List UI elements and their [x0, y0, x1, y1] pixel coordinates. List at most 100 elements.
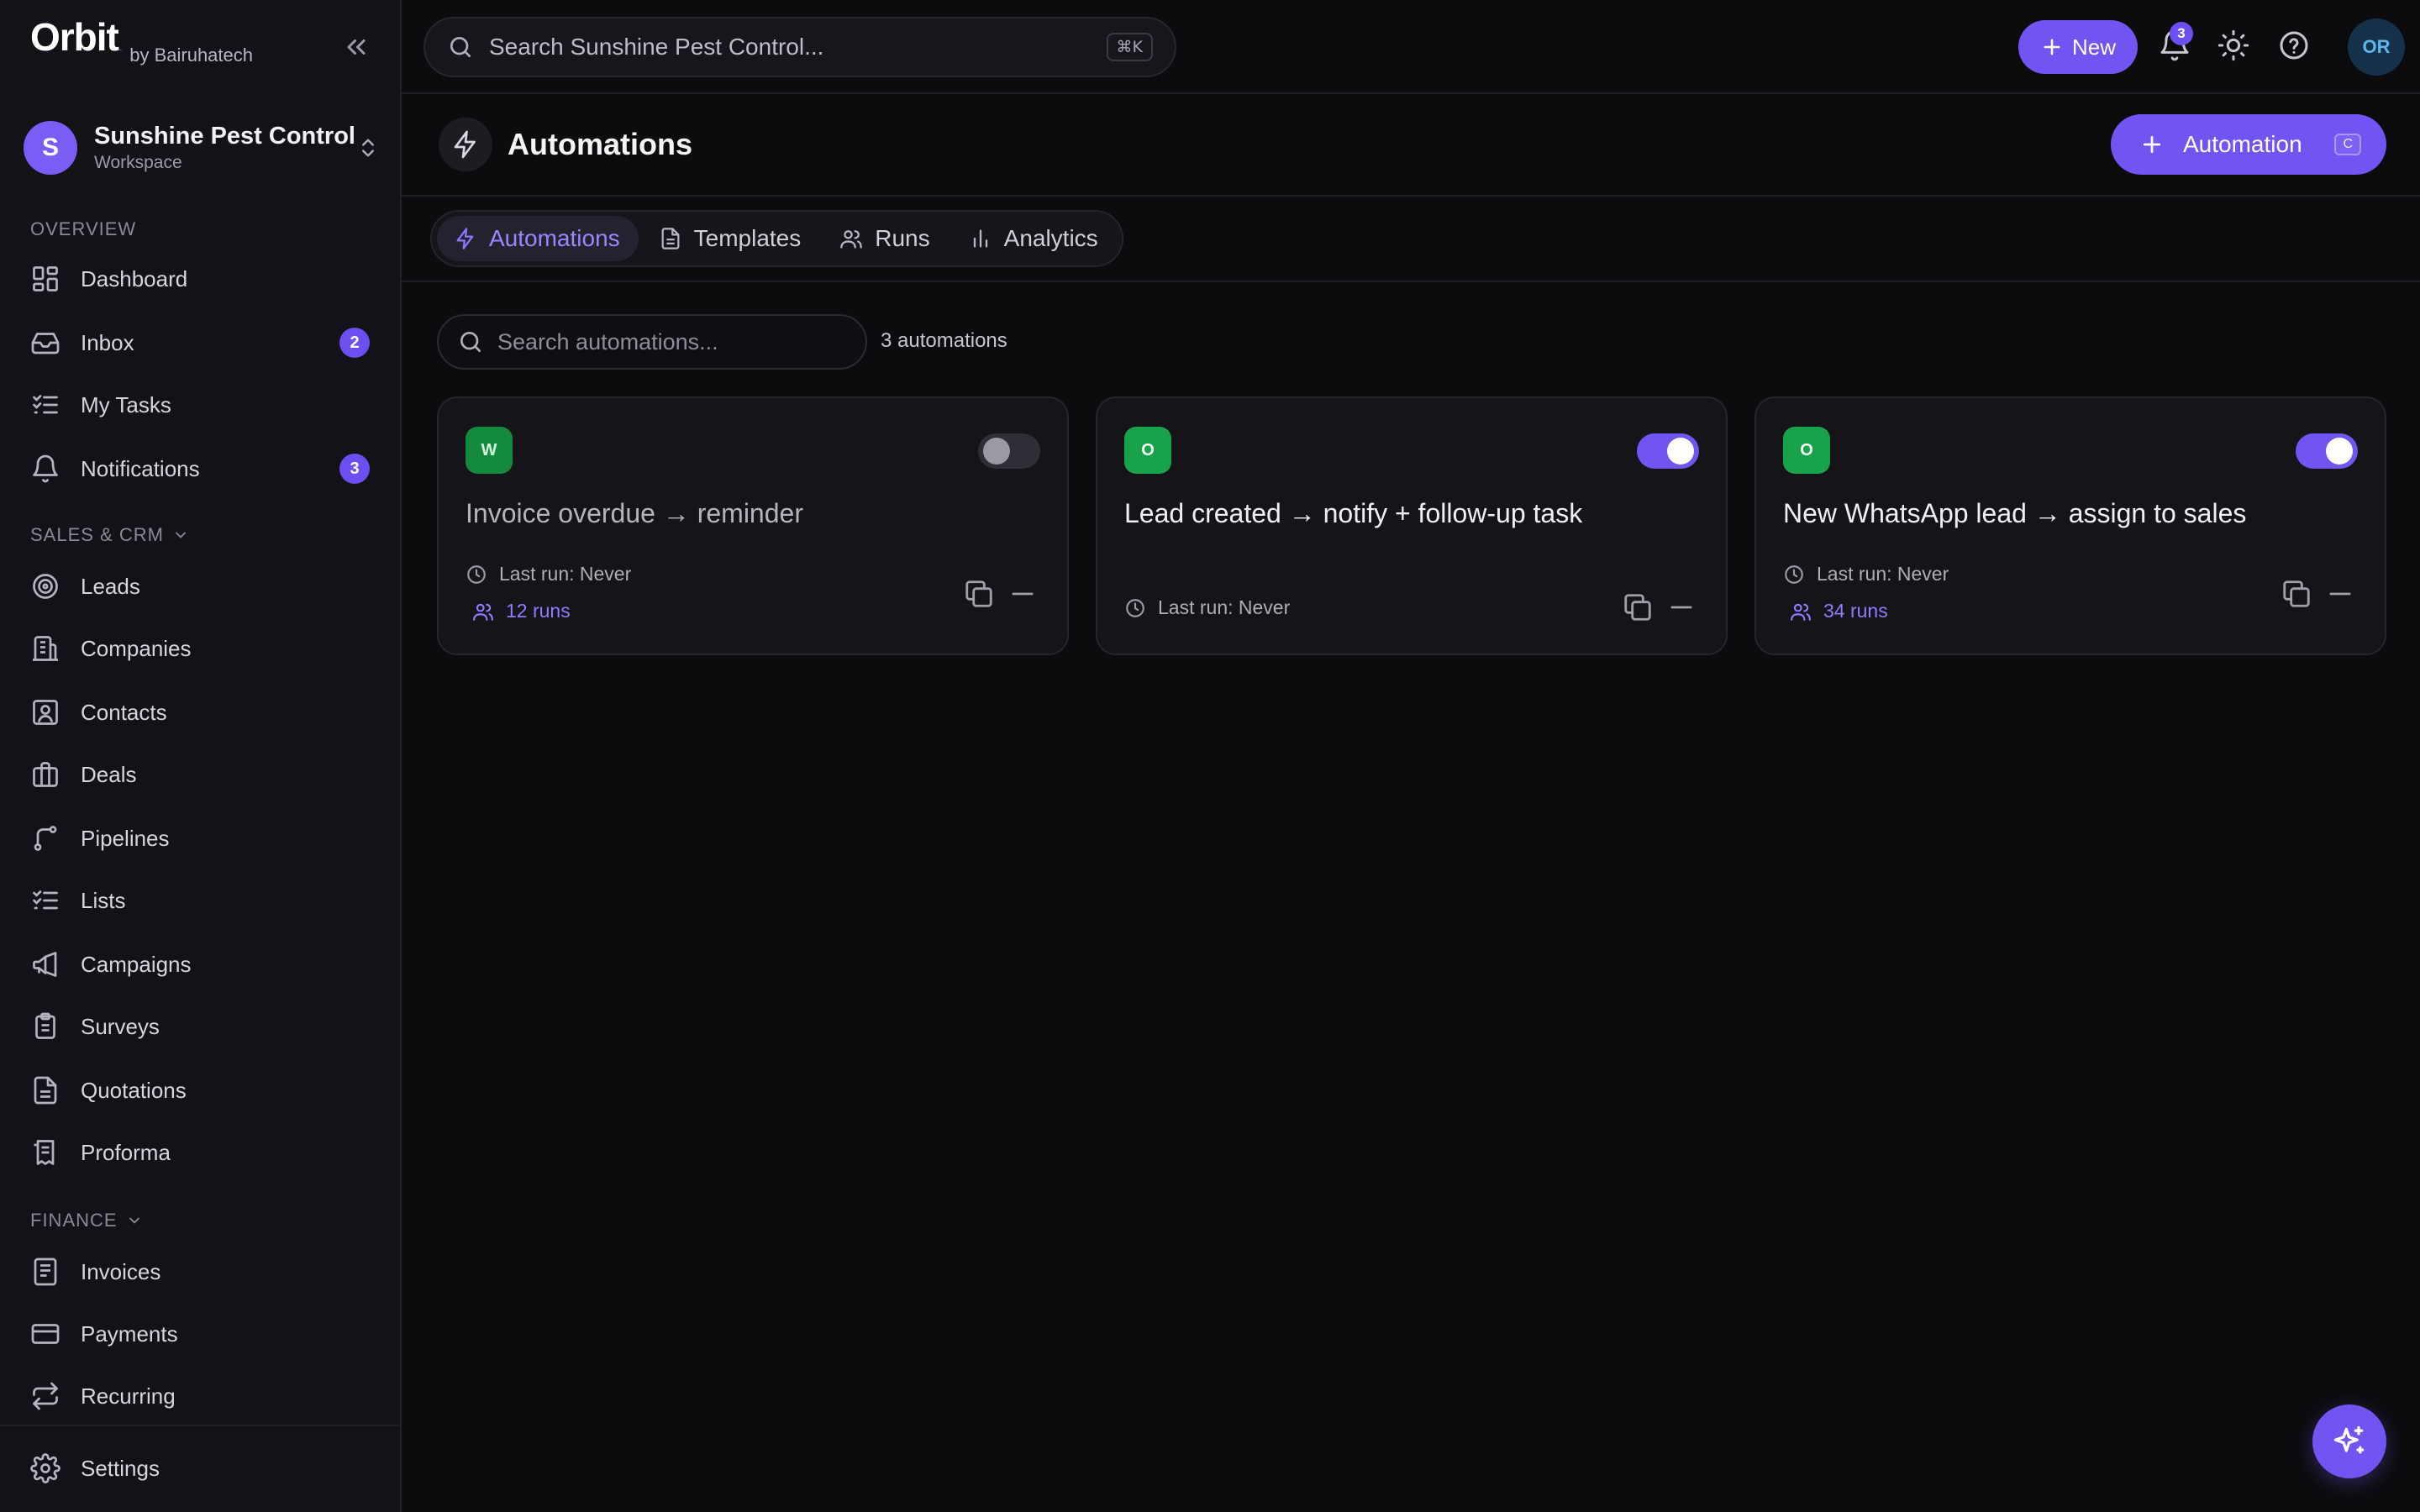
sidebar-item-label: Notifications — [81, 455, 200, 481]
sidebar-item-invoices[interactable]: Invoices — [24, 1247, 380, 1297]
minus-icon[interactable] — [2324, 578, 2356, 610]
list-icon — [30, 885, 60, 916]
notifications-count-badge: 3 — [339, 454, 370, 484]
sidebar-footer: Settings — [0, 1425, 402, 1512]
new-button[interactable]: New — [2018, 20, 2138, 74]
last-run: Last run: Never — [1783, 563, 1949, 585]
automation-title: Lead created → notify + follow-up task — [1124, 498, 1583, 528]
sidebar-item-payments[interactable]: Payments — [24, 1309, 380, 1359]
sidebar-item-label: Surveys — [81, 1013, 160, 1039]
invoice-icon — [30, 1257, 60, 1287]
duplicate-icon[interactable] — [1622, 591, 1654, 623]
orbit-logo: Orbit... — [30, 15, 122, 59]
inbox-count-badge: 2 — [339, 328, 370, 358]
sidebar-item-label: Inbox — [81, 329, 134, 355]
sidebar-item-leads[interactable]: Leads — [24, 561, 380, 612]
clipboard-icon — [30, 1011, 60, 1042]
sidebar-item-label: Lists — [81, 887, 126, 913]
sidebar-item-inbox[interactable]: Inbox 2 — [24, 318, 380, 368]
megaphone-icon — [30, 949, 60, 979]
workspace-switcher[interactable]: S Sunshine Pest Control Workspace — [24, 119, 380, 176]
tab-runs[interactable]: Runs — [823, 216, 948, 261]
repeat-icon — [30, 1381, 60, 1411]
minus-icon[interactable] — [1665, 591, 1697, 623]
brand[interactable]: Orbit... by Bairuhatech — [30, 17, 253, 69]
automation-card[interactable]: O Lead created → notify + follow-up task… — [1096, 396, 1728, 655]
sidebar-item-lists[interactable]: Lists — [24, 875, 380, 926]
automation-search-input[interactable] — [497, 328, 847, 355]
sidebar-item-label: Deals — [81, 761, 137, 787]
collapse-sidebar-icon[interactable] — [341, 32, 371, 62]
sidebar-item-quotations[interactable]: Quotations — [24, 1065, 380, 1116]
inbox-icon — [30, 328, 60, 358]
automation-toggle[interactable] — [2296, 433, 2358, 469]
users-icon — [840, 230, 863, 249]
theme-sun-icon[interactable] — [2217, 29, 2250, 62]
bar-chart-icon — [973, 229, 987, 248]
section-finance[interactable]: FINANCE — [30, 1210, 143, 1231]
minus-icon[interactable] — [1007, 578, 1039, 610]
sidebar-item-campaigns[interactable]: Campaigns — [24, 939, 380, 990]
sidebar-item-pipelines[interactable]: Pipelines — [24, 813, 380, 864]
sidebar-item-label: Campaigns — [81, 951, 192, 977]
toggle-knob — [983, 438, 1010, 465]
sidebar-item-proforma[interactable]: Proforma — [24, 1127, 380, 1178]
sidebar-item-contacts[interactable]: Contacts — [24, 687, 380, 738]
run-count[interactable]: 34 runs — [1790, 600, 1888, 622]
users-icon — [473, 603, 493, 621]
sidebar-item-label: Companies — [81, 635, 192, 661]
ai-assistant-button[interactable] — [2312, 1404, 2386, 1478]
document-icon — [30, 1075, 60, 1105]
receipt-icon — [30, 1137, 60, 1168]
document-icon — [661, 228, 680, 249]
automation-card[interactable]: O New WhatsApp lead → assign to sales La… — [1754, 396, 2386, 655]
user-avatar[interactable]: OR — [2348, 18, 2405, 76]
automation-card[interactable]: W Invoice overdue → reminder Last run: N… — [437, 396, 1069, 655]
add-automation-button[interactable]: Automation C — [2111, 114, 2386, 175]
add-automation-shortcut: C — [2334, 134, 2361, 155]
sidebar-item-surveys[interactable]: Surveys — [24, 1001, 380, 1052]
brand-byline: by Bairuhatech — [129, 45, 253, 66]
clock-icon — [467, 564, 486, 584]
tab-templates[interactable]: Templates — [642, 216, 820, 261]
duplicate-icon[interactable] — [2281, 578, 2312, 610]
automation-badge: O — [1124, 427, 1171, 474]
section-sales-crm[interactable]: SALES & CRM — [30, 524, 189, 546]
help-icon[interactable] — [2277, 29, 2311, 62]
toggle-knob — [2326, 438, 2353, 465]
automation-toggle[interactable] — [978, 433, 1040, 469]
automation-search[interactable] — [437, 314, 867, 370]
sidebar-item-recurring[interactable]: Recurring — [24, 1371, 380, 1421]
sidebar-item-deals[interactable]: Deals — [24, 749, 380, 800]
sidebar-item-label: Contacts — [81, 699, 167, 725]
sidebar-item-my-tasks[interactable]: My Tasks — [24, 380, 380, 430]
automation-title: Invoice overdue → reminder — [466, 498, 803, 528]
tab-automations[interactable]: Automations — [437, 216, 639, 261]
automation-toggle[interactable] — [1637, 433, 1699, 469]
automation-badge: O — [1783, 427, 1830, 474]
sidebar-item-label: Proforma — [81, 1139, 171, 1165]
sidebar-item-settings[interactable]: Settings — [24, 1443, 380, 1494]
sidebar-item-label: Quotations — [81, 1077, 187, 1103]
automation-count: 3 automations — [881, 329, 1007, 352]
tab-analytics[interactable]: Analytics — [952, 216, 1117, 261]
plus-icon — [2044, 39, 2060, 55]
last-run: Last run: Never — [1124, 596, 1290, 619]
tabs-row: Automations Templates Runs Analytics — [402, 197, 2420, 282]
duplicate-icon[interactable] — [963, 578, 995, 610]
bell-icon — [30, 454, 60, 484]
run-count[interactable]: 12 runs — [472, 600, 571, 622]
global-search[interactable]: ⌘K — [424, 17, 1176, 77]
target-icon — [30, 571, 60, 601]
chevron-down-icon — [129, 1217, 139, 1224]
sidebar-item-companies[interactable]: Companies — [24, 623, 380, 674]
global-search-input[interactable] — [489, 34, 1107, 60]
gear-icon — [30, 1453, 60, 1483]
sidebar-item-notifications[interactable]: Notifications 3 — [24, 444, 380, 494]
chevron-up-down-icon — [356, 133, 380, 163]
dashboard-icon — [30, 264, 60, 294]
plus-icon — [2143, 135, 2161, 154]
automation-badge: W — [466, 427, 513, 474]
sidebar-item-dashboard[interactable]: Dashboard — [24, 254, 380, 304]
card-icon — [30, 1319, 60, 1349]
